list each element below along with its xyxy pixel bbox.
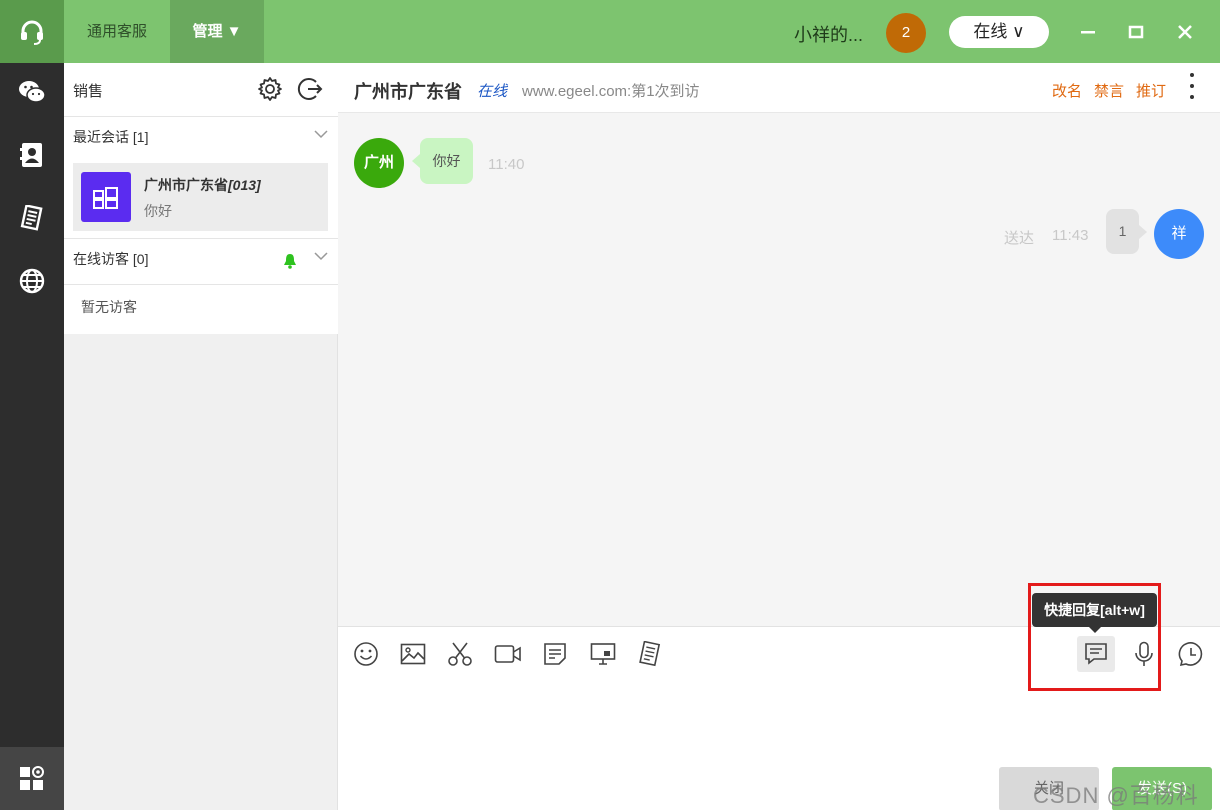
notification-badge[interactable]: 2 — [886, 13, 926, 53]
left-rail — [0, 63, 64, 810]
note-icon[interactable] — [540, 639, 570, 669]
globe-icon[interactable] — [0, 256, 64, 306]
delivery-status: 送达 — [1004, 230, 1035, 247]
visitor-avatar: 广州 — [354, 138, 404, 188]
more-options-icon[interactable] — [1184, 73, 1200, 99]
order-form-icon[interactable] — [635, 639, 665, 669]
rename-button[interactable]: 改名 — [1052, 80, 1082, 101]
incoming-message: 你好 — [412, 138, 473, 184]
screenshot-scissors-icon[interactable] — [445, 639, 475, 669]
session-panel: 销售 最近会话 [1] 广州市广东省[013] 你好 在线访客 [0] 暂无访客 — [64, 63, 338, 810]
chat-online-status: 在线 — [477, 83, 508, 100]
chat-visitor-name: 广州市广东省 — [354, 82, 462, 102]
agent-name[interactable]: 小祥的... — [794, 21, 863, 47]
chevron-down-icon[interactable] — [314, 251, 328, 261]
headset-icon[interactable] — [0, 0, 64, 63]
recent-sessions-title: 最近会话 [1] — [73, 129, 149, 145]
outgoing-time: 11:43 — [1052, 227, 1089, 244]
session-name-text: 广州市广东省 — [144, 177, 228, 193]
online-visitors-header[interactable]: 在线访客 [0] — [64, 239, 338, 283]
panel-header: 销售 — [64, 63, 338, 117]
image-icon[interactable] — [398, 639, 428, 669]
windows-icon — [81, 172, 131, 222]
mute-button[interactable]: 禁言 — [1094, 80, 1124, 101]
video-icon[interactable] — [493, 639, 523, 669]
agent-avatar: 祥 — [1154, 209, 1204, 259]
logout-icon[interactable] — [296, 75, 324, 103]
wechat-icon[interactable] — [0, 67, 64, 117]
online-visitors-title: 在线访客 [0] — [73, 251, 149, 267]
session-panel-content: 销售 最近会话 [1] 广州市广东省[013] 你好 在线访客 [0] 暂无访客 — [64, 63, 338, 334]
highlight-box — [1028, 583, 1161, 691]
contacts-icon[interactable] — [0, 130, 64, 180]
close-icon[interactable] — [1171, 18, 1199, 46]
recommend-button[interactable]: 推订 — [1136, 80, 1166, 101]
status-dropdown[interactable]: 在线 ∨ — [949, 16, 1049, 48]
settings-gear-icon[interactable] — [256, 75, 284, 103]
minimize-icon[interactable] — [1074, 18, 1102, 46]
session-name: 广州市广东省[013] — [144, 175, 261, 195]
tab-manage[interactable]: 管理 ▼ — [170, 0, 264, 63]
outgoing-message: 1 — [1106, 209, 1147, 254]
session-item[interactable]: 广州市广东省[013] 你好 — [73, 163, 328, 231]
session-last-message: 你好 — [144, 203, 172, 219]
bell-icon[interactable] — [283, 253, 297, 269]
history-clock-icon[interactable] — [1176, 639, 1206, 669]
session-code: [013] — [228, 177, 261, 193]
emoji-icon[interactable] — [351, 639, 381, 669]
recent-sessions-header[interactable]: 最近会话 [1] — [64, 117, 338, 161]
apps-icon[interactable] — [0, 747, 64, 810]
no-visitors-text: 暂无访客 — [81, 299, 137, 315]
chevron-down-icon[interactable] — [314, 129, 328, 139]
panel-title: 销售 — [73, 83, 104, 100]
divider — [64, 284, 338, 285]
message-input-area[interactable]: 快捷回复[alt+w] 关闭 发送(S) CSDN @百杨科技 — [338, 583, 1220, 810]
chat-window: 广州市广东省 在线 www.egeel.com:第1次到访 改名 禁言 推订 广… — [338, 63, 1220, 810]
orders-icon[interactable] — [0, 193, 64, 243]
top-bar: 通用客服 管理 ▼ 小祥的... 2 在线 ∨ — [0, 0, 1220, 63]
chat-visit-source: www.egeel.com:第1次到访 — [522, 83, 700, 100]
tab-general-service[interactable]: 通用客服 — [64, 0, 170, 63]
incoming-time: 11:40 — [488, 156, 525, 173]
screen-share-icon[interactable] — [588, 639, 618, 669]
maximize-icon[interactable] — [1122, 18, 1150, 46]
watermark: CSDN @百杨科技 — [1033, 783, 1199, 808]
chat-header: 广州市广东省 在线 www.egeel.com:第1次到访 改名 禁言 推订 — [338, 63, 1220, 113]
